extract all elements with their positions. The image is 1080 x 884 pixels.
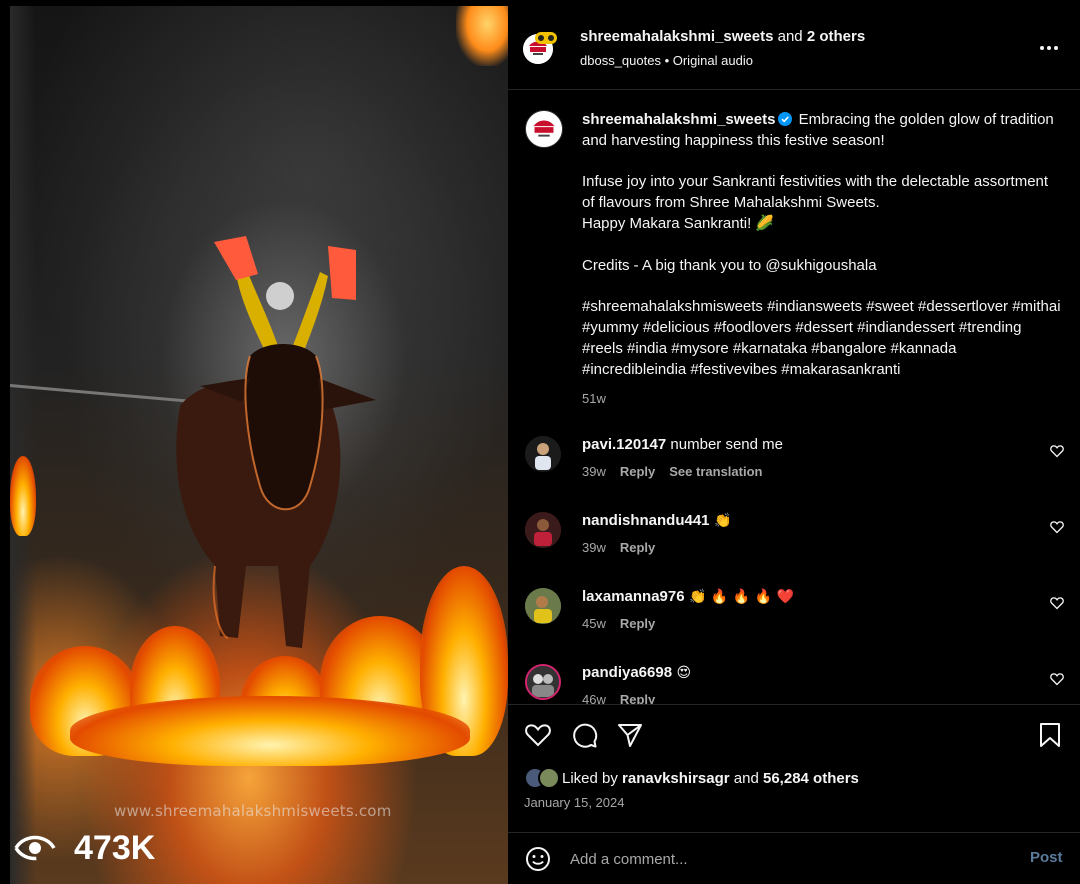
person-avatar-icon [525,588,561,624]
audio-line: dboss_quotes • Original audio [580,53,753,68]
comment-time: 39w [582,540,606,555]
view-count-value: 473K [74,828,156,867]
author-username[interactable]: shreemahalakshmi_sweets [580,28,773,45]
comment-text: 👏 [709,513,732,529]
reel-video[interactable]: www.shreemahalakshmisweets.com 473K [10,6,508,884]
eye-play-icon [14,835,56,861]
liked-others[interactable]: 56,284 others [763,770,859,787]
comment-text: 😍 [672,665,692,681]
post-actions: Liked by ranavkshirsagr and 56,284 other… [508,704,1080,832]
post-button[interactable]: Post [1030,849,1063,866]
comment-text: 👏 🔥 🔥 🔥 ❤️ [684,589,794,605]
comment-time: 46w [582,692,606,704]
commenter-avatar[interactable] [525,588,561,624]
emoji-icon[interactable] [524,845,552,873]
liked-username[interactable]: ranavkshirsagr [622,770,730,787]
reply-button[interactable]: Reply [620,616,655,631]
comment-text: number send me [666,436,783,453]
post-date[interactable]: January 15, 2024 [524,795,624,810]
watermark-text: www.shreemahalakshmisweets.com [114,802,392,820]
caption-text: shreemahalakshmi_sweets Embracing the go… [582,110,1062,380]
comment-item: pandiya6698 😍 46w Reply [508,664,1080,704]
audio-username[interactable]: dboss_quotes [580,53,661,68]
post-header: shreemahalakshmi_sweets and 2 others dbo… [508,6,1080,90]
person-avatar-icon [525,436,561,472]
comment-input[interactable] [570,847,1010,871]
bull-image [176,236,376,648]
view-count: 473K [14,828,155,868]
more-horizontal-icon[interactable] [1038,38,1060,58]
caption-username[interactable]: shreemahalakshmi_sweets [582,111,775,128]
commenter-avatar[interactable] [525,436,561,472]
header-and-text: and [773,28,807,45]
heart-icon[interactable] [524,721,552,749]
reply-button[interactable]: Reply [620,540,655,555]
share-icon[interactable] [616,721,644,749]
collab-badge-icon [535,32,557,44]
likes-summary: Liked by ranavkshirsagr and 56,284 other… [524,767,859,789]
header-title: shreemahalakshmi_sweets and 2 others [580,28,865,45]
audio-separator: • [660,53,673,68]
like-comment-heart-icon[interactable] [1050,596,1064,610]
caption-body: Embracing the golden glow of tradition a… [582,111,1061,378]
caption-avatar[interactable] [525,110,563,148]
audio-name[interactable]: Original audio [673,53,753,68]
add-comment-bar: Post [508,832,1080,884]
comment-username[interactable]: laxamanna976 [582,588,685,605]
verified-badge-icon [778,112,793,126]
comment-item: pavi.120147 number send me 39w Reply See… [508,436,1080,512]
liked-and: and [729,769,763,787]
like-comment-heart-icon[interactable] [1050,444,1064,458]
shop-logo-icon [526,111,562,147]
comment-username[interactable]: pandiya6698 [582,664,672,681]
caption-time: 51w [582,391,606,406]
comment-time: 39w [582,464,606,479]
bookmark-icon[interactable] [1036,721,1064,749]
comment-username[interactable]: pavi.120147 [582,436,666,453]
liked-prefix: Liked by [562,769,623,787]
comment-icon[interactable] [570,721,598,749]
post-panel: shreemahalakshmi_sweets and 2 others dbo… [508,6,1080,884]
liked-by-text: Liked by ranavkshirsagr and 56,284 other… [562,770,859,787]
comment-item: nandishnandu441 👏 39w Reply [508,512,1080,588]
comment-item: laxamanna976 👏 🔥 🔥 🔥 ❤️ 45w Reply [508,588,1080,664]
commenter-avatar[interactable] [525,512,561,548]
comment-username[interactable]: nandishnandu441 [582,512,710,529]
reply-button[interactable]: Reply [620,464,655,479]
liker-avatar[interactable] [538,767,560,789]
collab-others[interactable]: 2 others [807,28,865,45]
commenter-avatar-story-ring[interactable] [525,664,561,700]
person-avatar-icon [525,512,561,548]
like-comment-heart-icon[interactable] [1050,672,1064,686]
like-comment-heart-icon[interactable] [1050,520,1064,534]
reply-button[interactable]: Reply [620,692,655,704]
see-translation-button[interactable]: See translation [669,464,762,479]
person-avatar-icon [527,666,559,698]
comment-time: 45w [582,616,606,631]
